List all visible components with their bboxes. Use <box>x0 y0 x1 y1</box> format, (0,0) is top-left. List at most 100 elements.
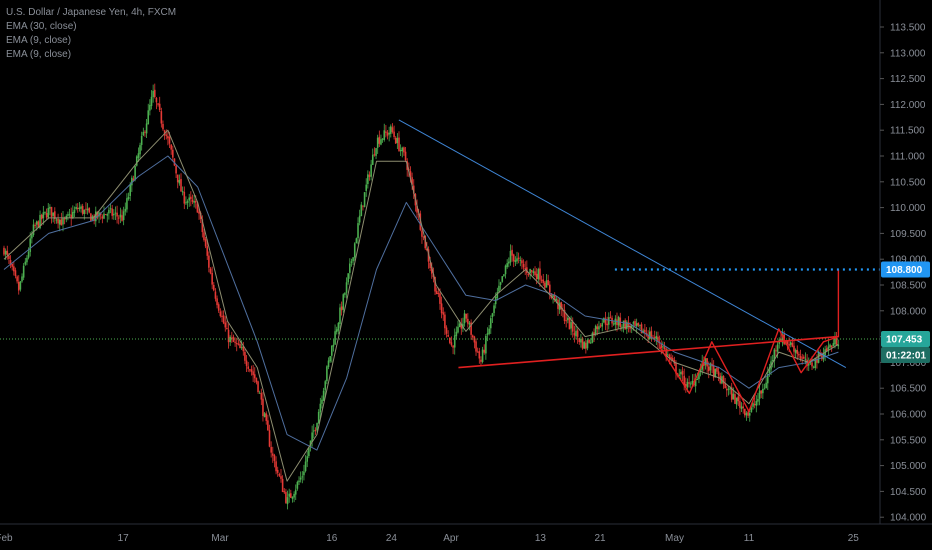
candle-body <box>457 326 459 333</box>
candle-body <box>739 401 741 408</box>
candle-body <box>352 257 354 262</box>
candle-body <box>465 313 467 319</box>
candle-body <box>271 453 274 456</box>
candle-body <box>458 323 461 328</box>
candle-body <box>504 265 507 275</box>
candle-body <box>244 351 246 361</box>
candle-body <box>303 471 305 476</box>
price-tick-label: 106.500 <box>890 384 927 395</box>
candle-body <box>324 381 327 391</box>
candle-body <box>126 198 128 210</box>
candle-body <box>122 211 125 221</box>
candle-body <box>401 147 404 152</box>
candle-body <box>165 134 168 136</box>
price-tick-label: 113.000 <box>890 48 926 59</box>
time-tick-label: 24 <box>386 533 398 544</box>
candle-body <box>435 290 438 295</box>
candle-body <box>267 420 269 431</box>
symbol-title[interactable]: U.S. Dollar / Japanese Yen, 4h, FXCM <box>6 6 176 20</box>
candle-body <box>565 320 567 322</box>
candle-body <box>158 103 161 110</box>
candle-body <box>298 480 300 483</box>
candle-body <box>299 477 302 480</box>
candle-body <box>168 137 171 144</box>
candle-body <box>527 274 530 276</box>
candle-body <box>555 298 558 301</box>
candle-body <box>376 137 379 148</box>
candle-body <box>689 383 692 385</box>
candle-body <box>398 137 400 151</box>
candle-body <box>483 349 486 353</box>
candle-body <box>162 123 164 130</box>
candle-body <box>306 456 309 462</box>
candle-body <box>440 303 443 314</box>
candle-body <box>801 357 803 359</box>
candle-body <box>280 476 282 479</box>
candle-body <box>67 214 69 216</box>
time-tick-label: 25 <box>848 533 860 544</box>
candle-body <box>449 337 451 343</box>
candle-body <box>291 496 294 499</box>
price-tick-label: 108.500 <box>890 281 927 292</box>
candle-body <box>212 284 215 291</box>
candle-body <box>326 366 328 382</box>
candle-body <box>489 318 492 329</box>
candle-body <box>337 323 340 331</box>
candle-body <box>340 306 343 311</box>
candle-body <box>365 184 368 191</box>
candle-body <box>542 279 545 283</box>
time-tick-label: Feb <box>0 533 13 544</box>
ema-9-indicator-label-2[interactable]: EMA (9, close) <box>6 48 176 62</box>
candle-body <box>335 329 338 333</box>
candle-body <box>101 216 104 219</box>
candle-body <box>140 135 143 145</box>
time-tick-label: Apr <box>443 533 459 544</box>
candle-body <box>644 329 646 333</box>
candle-body <box>31 234 33 239</box>
candle-body <box>740 406 743 409</box>
candle-body <box>467 318 469 324</box>
candle-body <box>378 136 381 144</box>
candle-body <box>342 294 345 310</box>
candle-body <box>663 346 666 349</box>
ema-9-indicator-label[interactable]: EMA (9, close) <box>6 34 176 48</box>
candle-body <box>580 338 582 343</box>
candle-body <box>637 322 640 326</box>
candle-body <box>599 325 602 327</box>
candle-body <box>357 223 359 239</box>
candle-body <box>547 279 549 286</box>
candle-body <box>814 357 817 368</box>
candle-body <box>452 345 454 348</box>
candle-body <box>390 126 392 134</box>
candle-body <box>290 493 292 498</box>
candle-body <box>260 393 263 400</box>
candle-body <box>119 214 122 218</box>
candle-body <box>471 335 474 338</box>
candle-body <box>188 197 191 201</box>
candle-body <box>753 403 756 405</box>
candle-body <box>288 493 290 497</box>
price-chart[interactable]: 113.500 113.000 112.500 112.000 111.500 111.0… <box>0 0 932 550</box>
candle-body <box>760 390 763 394</box>
candle-body <box>329 356 331 362</box>
candle-body <box>763 388 766 390</box>
candle-body <box>40 214 43 220</box>
candle-body <box>530 270 533 272</box>
candle-body <box>707 366 710 372</box>
candle-body <box>371 154 374 165</box>
candle-body <box>394 137 397 144</box>
candle-body <box>385 131 387 133</box>
candle-body <box>624 320 626 330</box>
candle-body <box>217 304 220 311</box>
candle-body <box>153 89 156 98</box>
candle-body <box>742 406 744 409</box>
candle-body <box>45 213 48 218</box>
ema-30-indicator-label[interactable]: EMA (30, close) <box>6 20 176 34</box>
candle-body <box>493 305 495 314</box>
candle-body <box>22 265 25 278</box>
candle-body <box>370 164 372 177</box>
price-tick-label: 109.500 <box>890 229 927 240</box>
candle-body <box>612 323 615 325</box>
candle-body <box>727 388 730 390</box>
candle-body <box>524 267 527 269</box>
